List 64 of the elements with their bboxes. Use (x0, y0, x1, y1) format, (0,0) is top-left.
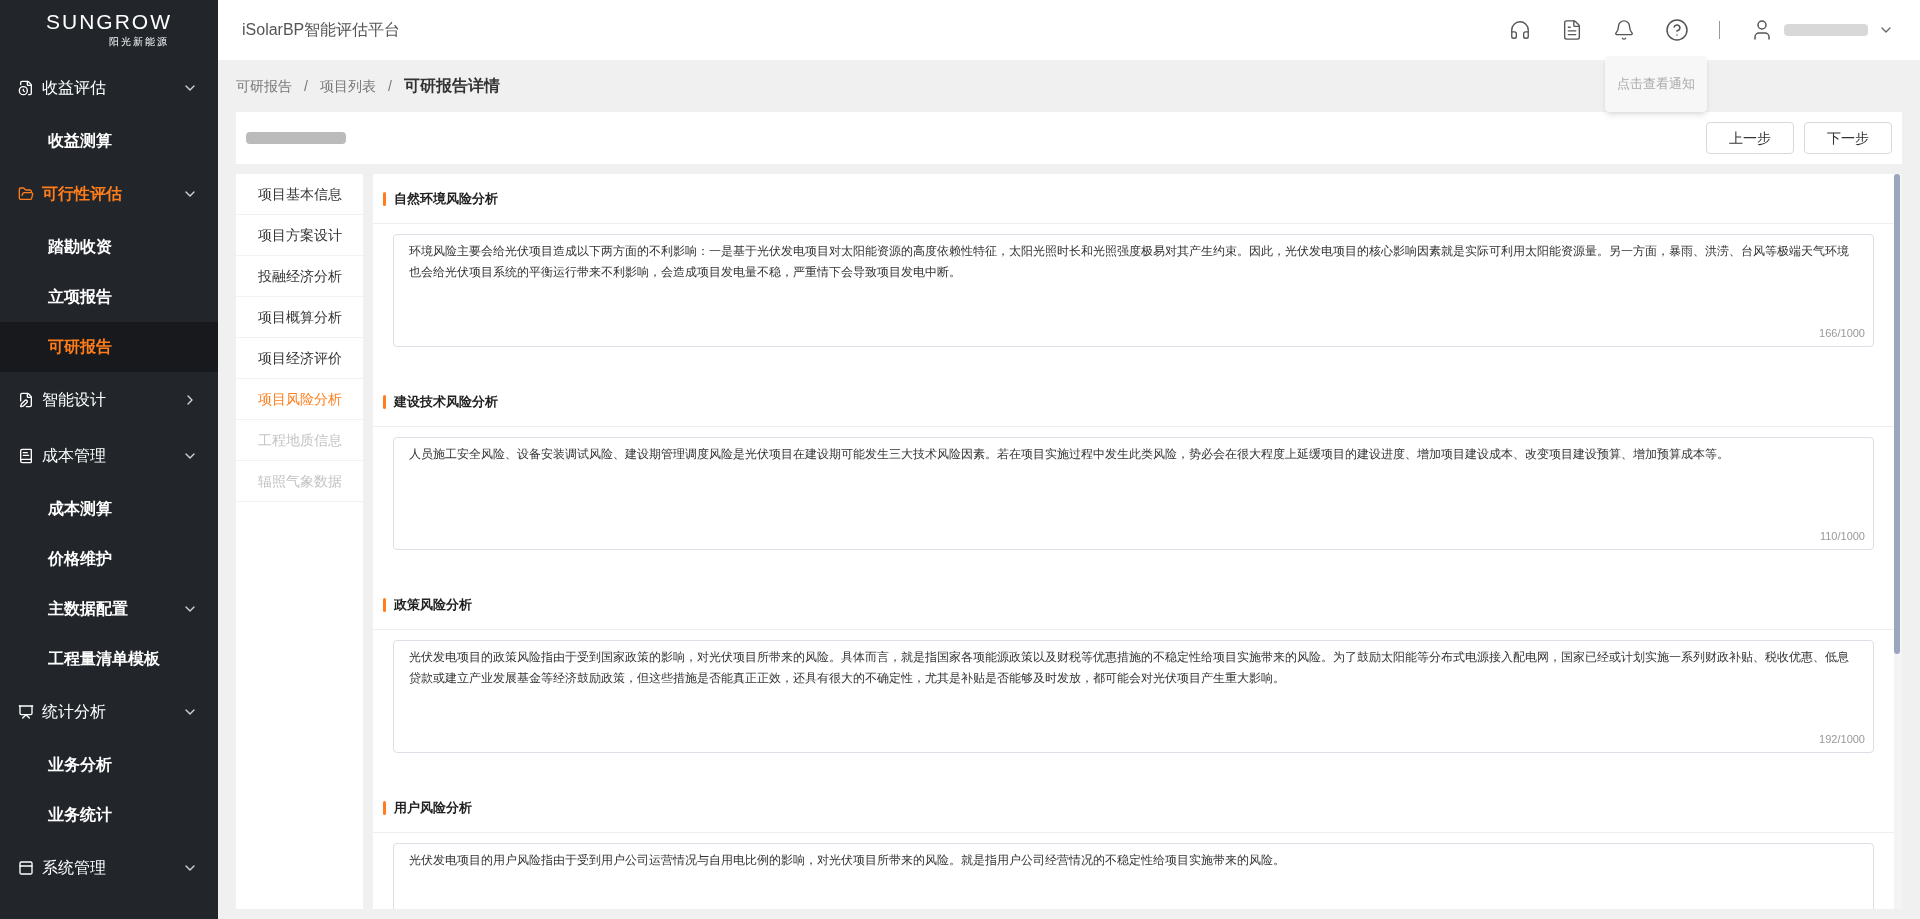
section-nav-item[interactable]: 投融经济分析 (236, 256, 363, 297)
section-title: 建设技术风险分析 (394, 392, 498, 411)
menu-icon (18, 392, 34, 408)
section-nav-item[interactable]: 项目经济评价 (236, 338, 363, 379)
menu-icon (18, 186, 34, 202)
app-title: iSolarBP智能评估平台 (242, 20, 402, 40)
sidebar-label: 统计分析 (42, 702, 107, 722)
character-count: 110/1000 (1819, 529, 1865, 544)
sidebar-item[interactable]: 成本管理 (0, 428, 218, 484)
section-marker (383, 800, 386, 815)
sidebar-item[interactable]: 统计分析 (0, 684, 218, 740)
sidebar-label: 系统管理 (42, 858, 107, 878)
sidebar-subitem[interactable]: 可研报告 (0, 322, 218, 372)
character-count: 192/1000 (1819, 732, 1865, 747)
section-nav-item[interactable]: 项目方案设计 (236, 215, 363, 256)
text-area[interactable]: 人员施工安全风险、设备安装调试风险、建设期管理调度风险是光伏项目在建设期可能发生三大技术风险因素。若在项目实施过程中发生此类风险，势必会在很大程度上延缓项目的建设进度、增加项目建设成本、改变项目建设预算、增加预算成本等。 110/1000 (393, 437, 1874, 550)
menu-icon (18, 704, 34, 720)
sidebar-item[interactable]: 系统管理 (0, 840, 218, 896)
character-count: 166/1000 (1819, 326, 1865, 341)
section-title: 政策风险分析 (394, 595, 472, 614)
notification-icon[interactable] (1613, 19, 1635, 41)
sidebar-label: 成本管理 (42, 446, 107, 466)
breadcrumb-item: 可研报告详情 (403, 76, 500, 96)
brand-tagline: 阳光新能源 (109, 35, 169, 49)
support-icon[interactable] (1509, 19, 1531, 41)
breadcrumb-item[interactable]: 项目列表 (319, 75, 376, 97)
section-title: 自然环境风险分析 (394, 189, 498, 208)
sidebar-subitem[interactable]: 工程量清单模板 (0, 634, 218, 684)
document-icon[interactable] (1561, 19, 1583, 41)
sidebar-subitem[interactable]: 成本测算 (0, 484, 218, 534)
sidebar-subitem[interactable]: 踏勘收资 (0, 222, 218, 272)
sidebar-item[interactable]: 智能设计 (0, 372, 218, 428)
sidebar-item[interactable]: 可行性评估 (0, 166, 218, 222)
section-marker (383, 394, 386, 409)
section-nav-item[interactable]: 项目基本信息 (236, 174, 363, 215)
sidebar-subitem[interactable]: 收益测算 (0, 116, 218, 166)
section-title: 用户风险分析 (394, 798, 472, 817)
breadcrumb-separator: / (387, 76, 392, 96)
sidebar-label: 可行性评估 (42, 184, 123, 204)
section-marker (383, 597, 386, 612)
notification-tooltip: 点击查看通知 (1605, 56, 1707, 112)
help-icon[interactable] (1665, 18, 1689, 42)
sidebar-subitem[interactable]: 主数据配置 (0, 584, 218, 634)
breadcrumb-separator: / (304, 76, 308, 96)
brand-logo: SUNGROW (46, 11, 172, 32)
section-nav-item[interactable]: 项目概算分析 (236, 297, 363, 338)
sidebar-subitem[interactable]: 业务分析 (0, 740, 218, 790)
sidebar-subitem[interactable]: 业务统计 (0, 790, 218, 840)
section-marker (383, 191, 386, 206)
step-button[interactable]: 下一步 (1804, 122, 1892, 154)
sidebar-label: 收益评估 (42, 78, 107, 98)
scrollbar-thumb[interactable] (1894, 174, 1900, 654)
menu-icon (18, 860, 34, 876)
step-button[interactable]: 上一步 (1706, 122, 1794, 154)
breadcrumb-item[interactable]: 可研报告 (236, 75, 292, 97)
sidebar-subitem[interactable]: 立项报告 (0, 272, 218, 322)
text-area[interactable]: 光伏发电项目的政策风险指由于受到国家政策的影响，对光伏项目所带来的风险。具体而言，就是指国家各项能源政策以及财税等优惠措施的不稳定性给项目实施带来的风险。为了鼓励太阳能等分布式电源接入配电网，国家已经或计划实施一系列财政补贴、税收优惠、低息贷款或建立产业发展基金等经济鼓励政策，但这些措施是否能真正正效，还具有很大的不确定性，尤其是补贴是否能够及时发放，都可能会对光伏项目产生重大影响。 192/1000 (393, 640, 1874, 753)
sidebar-label: 智能设计 (42, 390, 107, 410)
menu-icon (18, 448, 34, 464)
sidebar-subitem[interactable]: 价格维护 (0, 534, 218, 584)
sidebar-item[interactable]: 收益评估 (0, 60, 218, 116)
menu-icon (18, 80, 34, 96)
text-area[interactable]: 光伏发电项目的用户风险指由于受到用户公司运营情况与自用电比例的影响，对光伏项目所带来的风险。就是指用户公司经营情况的不稳定性给项目实施带来的风险。 (393, 843, 1874, 909)
text-area[interactable]: 环境风险主要会给光伏项目造成以下两方面的不利影响：一是基于光伏发电项目对太阳能资源的高度依赖性特征，太阳光照时长和光照强度极易对其产生约束。因此，光伏发电项目的核心影响因素就是实际可利用太阳能资源量。另一方面，暴雨、洪涝、台风等极端天气环境也会给光伏项目系统的平衡运行带来不利影响，会造成项目发电量不稳，严重情下会导致项目发电中断。 166/1000 (393, 234, 1874, 347)
